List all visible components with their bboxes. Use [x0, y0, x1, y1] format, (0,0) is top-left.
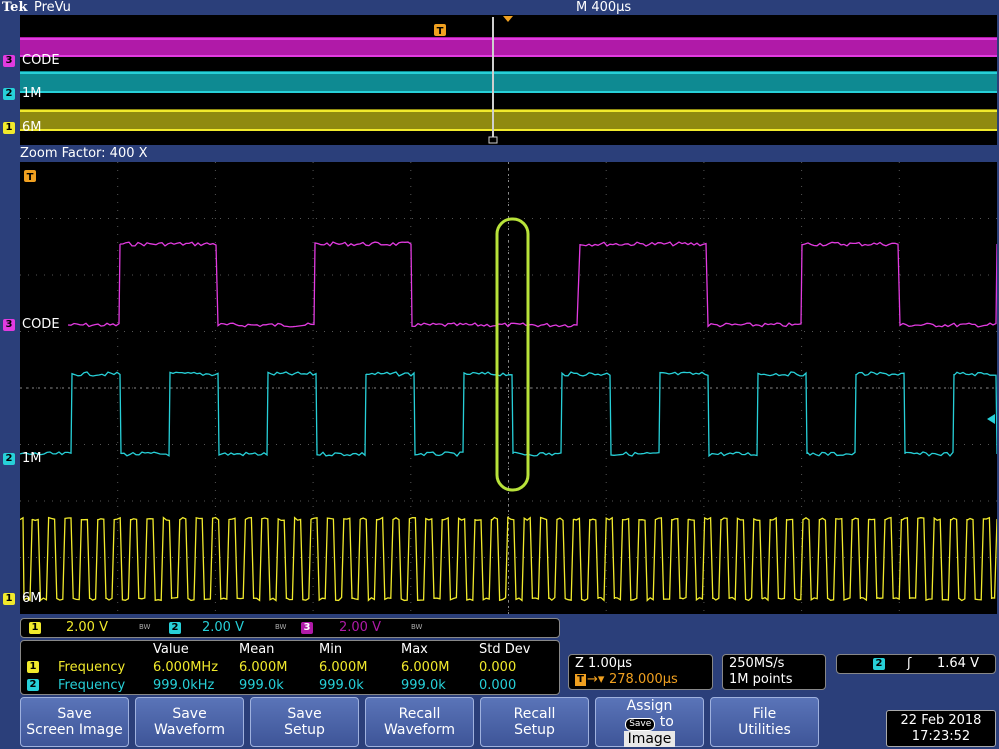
time: 17:23:52	[911, 729, 971, 744]
zoom-factor-label: Zoom Factor: 400 X	[20, 146, 148, 161]
measurement-row-ch2[interactable]: 2 Frequency 999.0kHz 999.0k 999.0k 999.0…	[21, 677, 559, 694]
acquisition-readout[interactable]: 250MS/s 1M points	[722, 654, 826, 690]
overview-ch3-label: CODE	[22, 53, 60, 68]
expansion-point-marker[interactable]	[503, 16, 513, 22]
zoom-ch3-label: CODE	[22, 317, 60, 332]
overview-traces: T	[20, 16, 997, 144]
save-badge: Save	[625, 717, 656, 731]
trigger-source-badge: 2	[873, 658, 885, 670]
overview-waveform-window[interactable]: T	[20, 15, 997, 145]
bw-limit-icon: BW	[411, 623, 423, 631]
vscale-ch2[interactable]: 2.00 V	[202, 620, 244, 636]
status-bar: Tek PreVu M 400µs	[0, 0, 999, 15]
overview-ch2-label: 1M	[22, 86, 42, 101]
measurement-header-row: Value Mean Min Max Std Dev	[153, 642, 531, 657]
trigger-readout[interactable]: 2 ʃ 1.64 V	[836, 654, 996, 674]
measurement-table[interactable]: Value Mean Min Max Std Dev 1 Frequency 6…	[20, 640, 560, 695]
record-length: 1M points	[729, 672, 793, 687]
timebase-readout[interactable]: M 400µs	[576, 0, 631, 15]
zoom-ch2-marker[interactable]: 2	[3, 453, 15, 465]
save-screen-image-button[interactable]: Save Screen Image	[20, 697, 129, 747]
zoom-trigger-marker-label: T	[27, 172, 34, 183]
prevu-label: PreVu	[34, 0, 71, 15]
trigger-level-marker[interactable]	[987, 414, 995, 424]
vscale-ch1[interactable]: 2.00 V	[66, 620, 108, 636]
zoom-ch3-marker[interactable]: 3	[3, 319, 15, 331]
bw-limit-icon: BW	[275, 623, 287, 631]
zoom-ch2-label: 1M	[22, 451, 42, 466]
bw-limit-icon: BW	[139, 623, 151, 631]
assign-save-to-image-button[interactable]: Assign Save to Image	[595, 697, 704, 747]
overview-ch1-label: 6M	[22, 120, 42, 135]
zoom-scale: Z 1.00µs	[575, 656, 633, 671]
date-time-display: 22 Feb 2018 17:23:52	[886, 710, 996, 747]
trigger-icon: T	[575, 674, 586, 686]
save-setup-button[interactable]: Save Setup	[250, 697, 359, 747]
vscale-ch2-badge[interactable]: 2	[169, 622, 181, 634]
overview-band-ch2	[20, 71, 997, 92]
vscale-ch3-badge[interactable]: 3	[301, 622, 313, 634]
trace-ch3	[67, 241, 998, 328]
vertical-scale-bar[interactable]: 1 2.00 V BW 2 2.00 V BW 3 2.00 V BW	[20, 618, 560, 638]
vscale-ch1-badge[interactable]: 1	[29, 622, 41, 634]
recall-waveform-button[interactable]: Recall Waveform	[365, 697, 474, 747]
recall-setup-button[interactable]: Recall Setup	[480, 697, 589, 747]
overview-band-ch1	[20, 109, 997, 131]
sample-rate: 250MS/s	[729, 656, 785, 671]
rising-edge-icon: ʃ	[907, 656, 912, 671]
zoom-ch1-marker[interactable]: 1	[3, 593, 15, 605]
graticule	[20, 162, 997, 614]
tek-logo: Tek	[2, 0, 28, 15]
zoom-ch1-label: 6M	[22, 591, 42, 606]
save-waveform-button[interactable]: Save Waveform	[135, 697, 244, 747]
measurement-row-ch1[interactable]: 1 Frequency 6.000MHz 6.000M 6.000M 6.000…	[21, 659, 559, 676]
zoom-traces: T	[19, 162, 998, 614]
zoom-position: 278.000µs	[609, 672, 678, 687]
vscale-ch3[interactable]: 2.00 V	[339, 620, 381, 636]
zoom-waveform-window[interactable]: T	[19, 162, 998, 614]
trigger-level: 1.64 V	[937, 656, 979, 671]
file-utilities-button[interactable]: File Utilities	[710, 697, 819, 747]
overview-ch2-marker[interactable]: 2	[3, 88, 15, 100]
zoom-readout[interactable]: Z 1.00µs T →▾ 278.000µs	[568, 654, 713, 690]
arrow-right-icon: →▾	[587, 672, 605, 687]
overview-ch3-marker[interactable]: 3	[3, 55, 15, 67]
date: 22 Feb 2018	[900, 713, 982, 728]
overview-ch1-marker[interactable]: 1	[3, 122, 15, 134]
overview-trigger-marker-label: T	[437, 26, 444, 37]
